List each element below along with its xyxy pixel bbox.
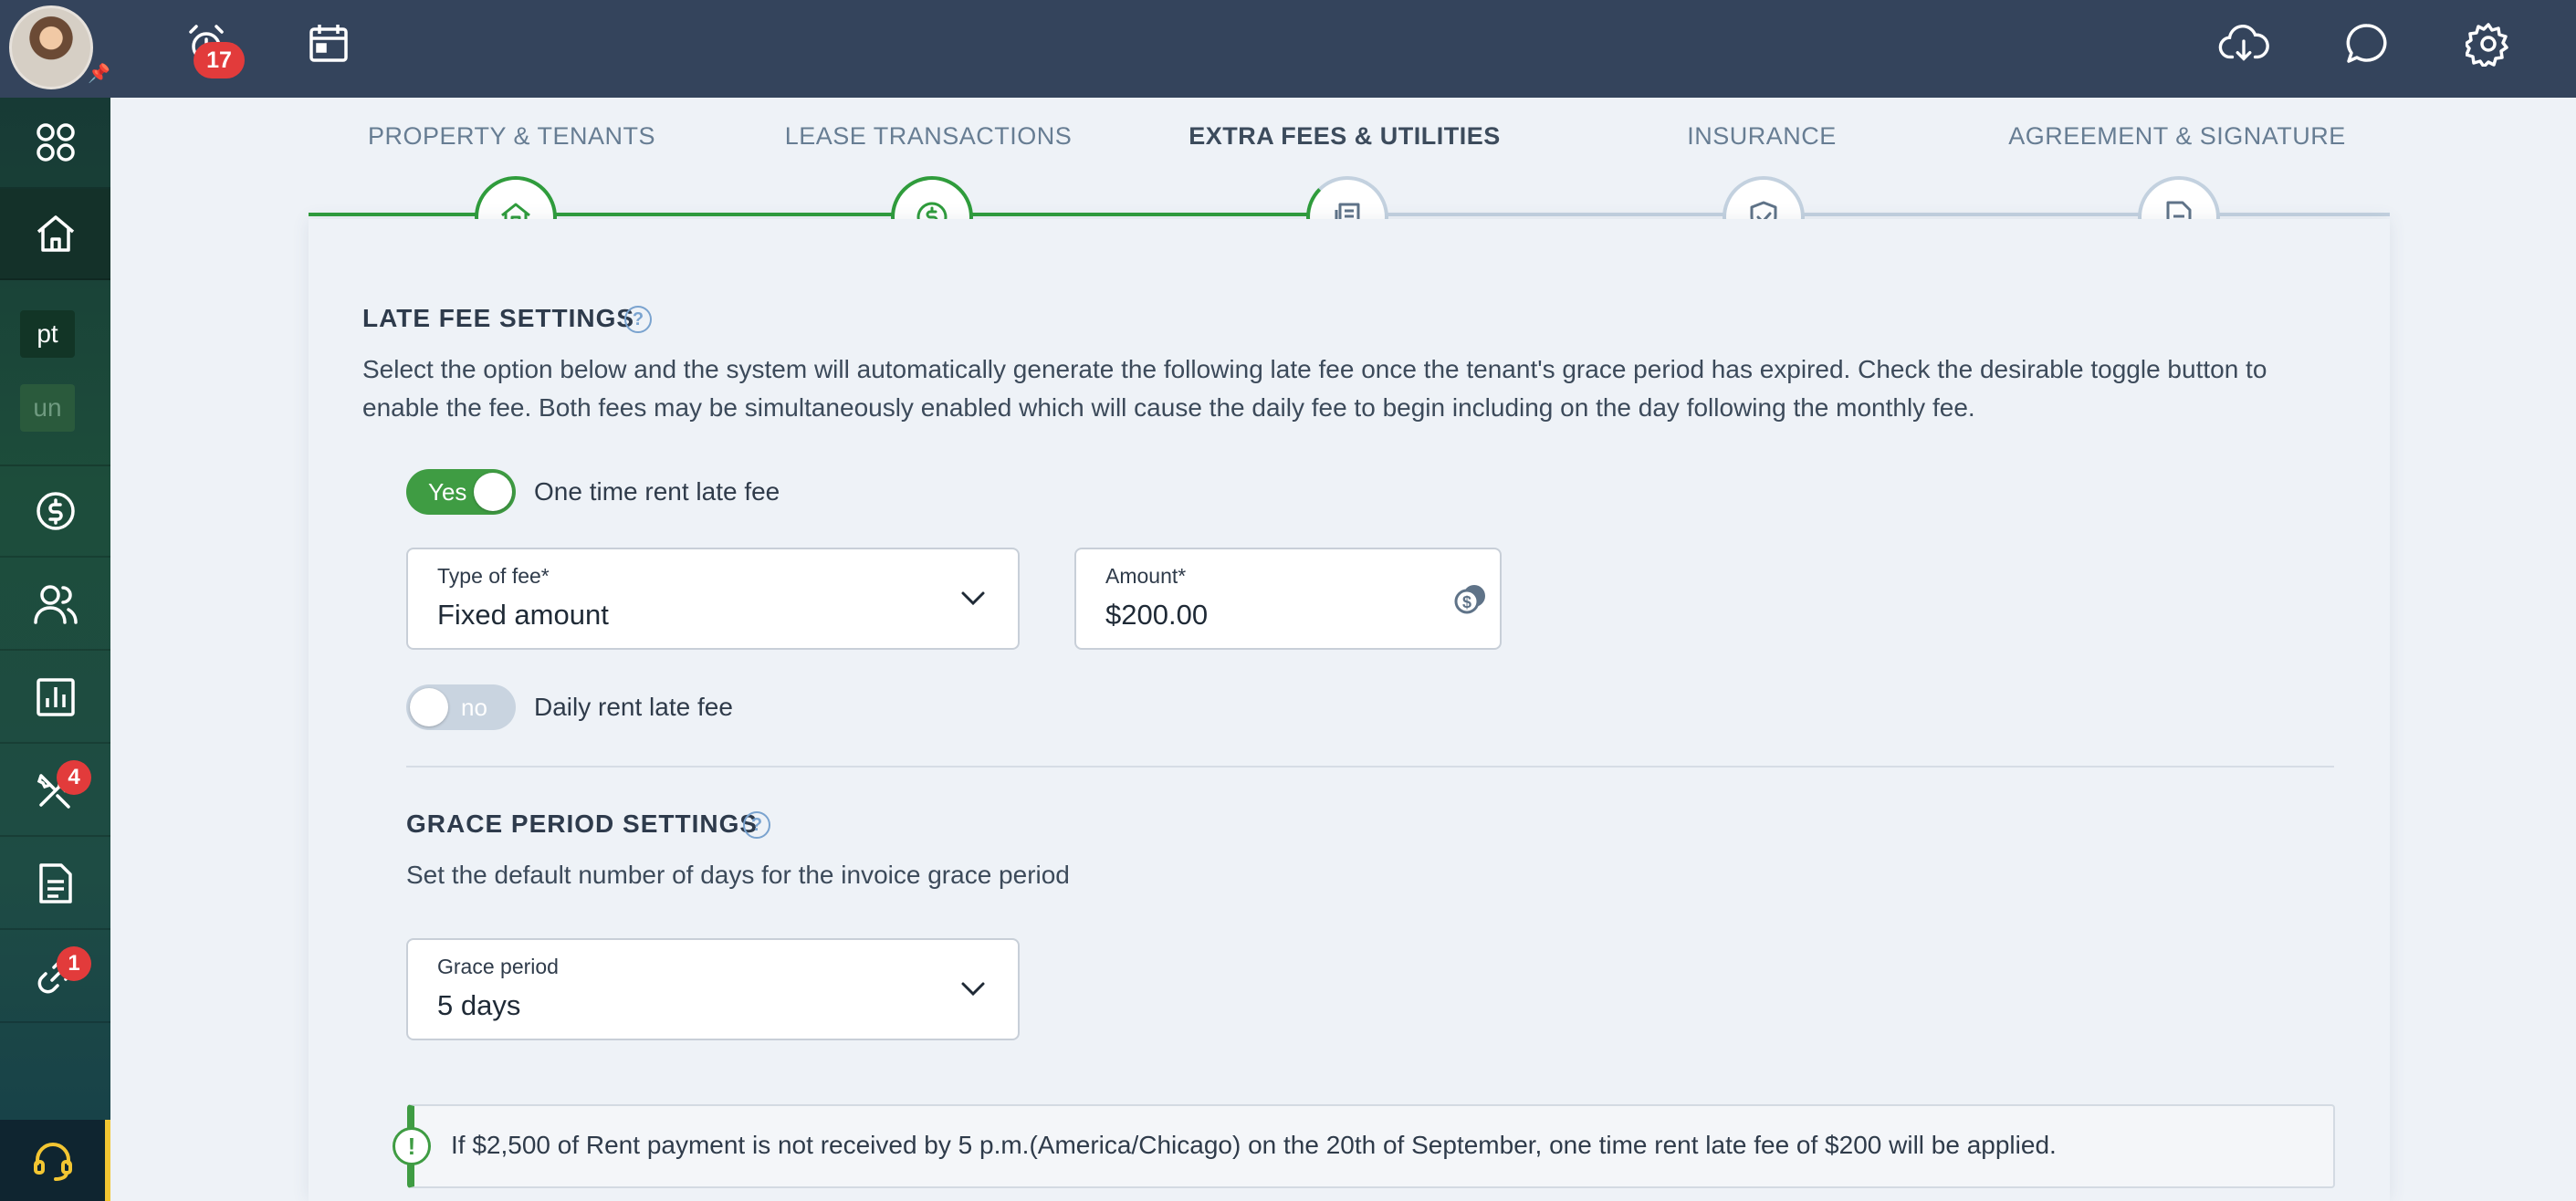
sidebar-item-home[interactable] (0, 189, 110, 280)
svg-text:$: $ (1462, 593, 1471, 611)
exclamation-icon: ! (393, 1127, 431, 1165)
step-label-lease[interactable]: LEASE TRANSACTIONS (764, 122, 1093, 151)
amount-field[interactable]: Amount* $200.00 $ (1074, 548, 1502, 650)
step-label-agreement[interactable]: AGREEMENT & SIGNATURE (1999, 122, 2355, 151)
sidebar-tag-pt[interactable]: pt (20, 310, 75, 358)
toggle-state-text: Yes (428, 478, 467, 506)
sidebar-item-apps[interactable] (0, 98, 110, 189)
home-icon (37, 215, 74, 252)
notification-badge: 17 (194, 42, 245, 78)
sidebar-item-people[interactable] (0, 559, 110, 651)
toggle-knob (474, 473, 512, 511)
progress-line-done (309, 213, 1344, 216)
toggle-knob (410, 688, 448, 726)
step-label-property[interactable]: PROPERTY & TENANTS (350, 122, 674, 151)
user-avatar[interactable] (9, 5, 93, 89)
headset-icon (33, 1142, 72, 1181)
chevron-down-icon (961, 591, 985, 606)
type-of-fee-label: Type of fee* (437, 564, 550, 588)
links-badge: 1 (57, 946, 91, 981)
chat-icon[interactable] (2341, 18, 2393, 69)
toggle-state-text: no (461, 694, 487, 721)
daily-late-fee-label: Daily rent late fee (534, 693, 733, 721)
maintenance-badge: 4 (57, 760, 91, 795)
coins-icon: $ (1454, 585, 1485, 614)
pin-icon: 📌 (88, 64, 110, 84)
step-label-insurance[interactable]: INSURANCE (1625, 122, 1899, 151)
chevron-down-icon (961, 982, 985, 997)
one-time-late-fee-toggle[interactable]: Yes (406, 469, 516, 515)
calendar-icon[interactable] (303, 18, 354, 69)
grace-period-description: Set the default number of days for the i… (406, 861, 1070, 889)
sidebar-item-links[interactable] (0, 932, 110, 1023)
top-bar: 📌 17 (0, 0, 2576, 98)
one-time-late-fee-label: One time rent late fee (534, 477, 780, 506)
grace-period-title: GRACE PERIOD SETTINGS (406, 809, 759, 838)
type-of-fee-select[interactable]: Type of fee* Fixed amount (406, 548, 1020, 650)
document-icon (38, 863, 72, 903)
grid-icon (36, 123, 75, 162)
section-divider (406, 766, 2334, 768)
sidebar-item-reports[interactable] (0, 653, 110, 744)
dollar-circle-icon (36, 492, 75, 530)
chart-icon (36, 678, 75, 716)
late-fee-info-text: If $2,500 of Rent payment is not receive… (451, 1131, 2057, 1159)
grace-period-label: Grace period (437, 955, 559, 978)
support-button[interactable] (0, 1120, 110, 1201)
grace-period-help-icon[interactable]: ? (743, 811, 770, 839)
sidebar: pt un 4 1 (0, 98, 110, 1201)
gear-icon[interactable] (2463, 18, 2514, 69)
users-icon (33, 585, 78, 624)
type-of-fee-value: Fixed amount (437, 599, 609, 631)
sidebar-item-documents[interactable] (0, 839, 110, 930)
late-fee-description-line2: enable the fee. Both fees may be simulta… (362, 393, 1975, 422)
cloud-download-icon[interactable] (2218, 18, 2269, 69)
sidebar-item-payments[interactable] (0, 466, 110, 558)
late-fee-description-line1: Select the option below and the system w… (362, 355, 2267, 383)
grace-period-value: 5 days (437, 989, 521, 1021)
late-fee-title: LATE FEE SETTINGS (362, 304, 635, 332)
progress-line-todo (1344, 213, 2390, 216)
grace-period-select[interactable]: Grace period 5 days (406, 938, 1020, 1040)
daily-late-fee-toggle[interactable]: no (406, 684, 516, 730)
late-fee-help-icon[interactable]: ? (624, 306, 652, 333)
amount-value: $200.00 (1105, 599, 1209, 631)
sidebar-item-maintenance[interactable] (0, 746, 110, 837)
sidebar-tag-un[interactable]: un (20, 384, 75, 432)
step-label-extra-fees[interactable]: EXTRA FEES & UTILITIES (1171, 122, 1518, 151)
amount-label: Amount* (1105, 564, 1187, 588)
